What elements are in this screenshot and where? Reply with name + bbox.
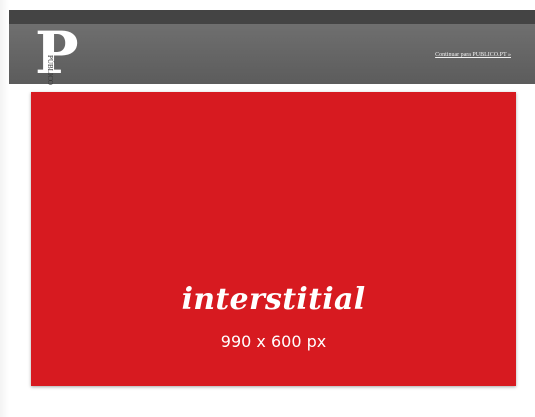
logo-letter: P	[35, 19, 79, 87]
logo-wordmark: PÚBLICO	[46, 55, 54, 85]
publico-logo[interactable]: P PÚBLICO	[35, 21, 87, 85]
ad-title: interstitial	[181, 282, 366, 317]
left-edge-shadow	[0, 0, 9, 417]
top-bar	[9, 10, 535, 24]
interstitial-page: P PÚBLICO Continuar para PUBLICO.PT » in…	[0, 0, 535, 417]
ad-size-label: 990 x 600 px	[220, 332, 327, 351]
continue-to-site-link[interactable]: Continuar para PUBLICO.PT »	[435, 52, 511, 58]
interstitial-ad-banner[interactable]: interstitial 990 x 600 px	[31, 92, 516, 386]
header-bar: P PÚBLICO Continuar para PUBLICO.PT »	[9, 21, 535, 85]
